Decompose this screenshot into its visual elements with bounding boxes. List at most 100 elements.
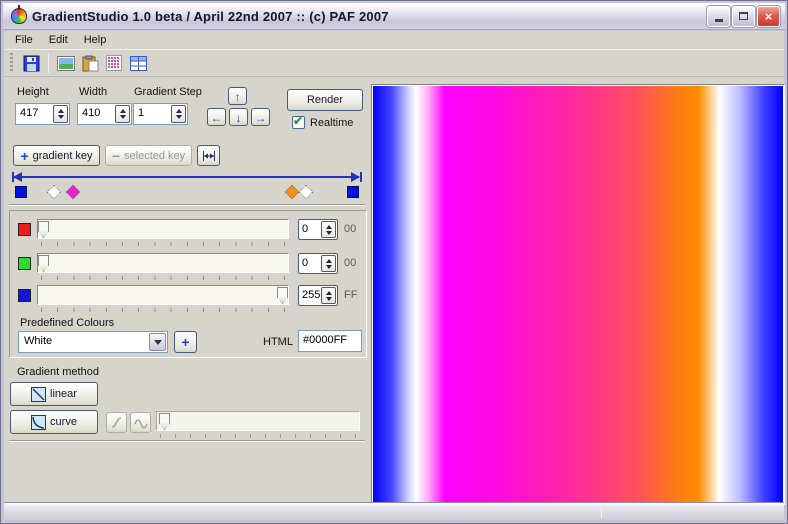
remove-selected-key-button[interactable]: − selected key: [105, 145, 192, 166]
blue-hex-label: FF: [344, 289, 358, 301]
gradient-key-marker-diamond[interactable]: [298, 184, 314, 200]
save-button[interactable]: [19, 52, 43, 74]
pink-grid-icon: [106, 55, 122, 71]
toolbar-separator: [48, 53, 49, 73]
blue-value-input[interactable]: 255: [298, 285, 338, 306]
red-channel-row: 0 00: [10, 219, 366, 249]
maximize-icon: [739, 12, 748, 20]
key-track-right-end: [360, 172, 362, 182]
green-swatch: [18, 257, 31, 270]
save-icon: [23, 55, 39, 71]
title-bar: GradientStudio 1.0 beta / April 22nd 200…: [3, 3, 785, 30]
paste-button[interactable]: [78, 52, 102, 74]
gradient-preview[interactable]: [373, 86, 783, 503]
gradient-key-marker-square[interactable]: [347, 186, 360, 198]
app-window: GradientStudio 1.0 beta / April 22nd 200…: [0, 0, 788, 524]
add-gradient-key-button[interactable]: + gradient key: [13, 145, 100, 166]
red-value-spinner[interactable]: [321, 221, 336, 238]
s-curve-button[interactable]: [106, 412, 127, 433]
height-label: Height: [17, 86, 49, 98]
blue-value-spinner[interactable]: [321, 287, 336, 304]
toolbar-grip[interactable]: [10, 53, 13, 73]
key-track-line[interactable]: [13, 172, 360, 182]
blue-slider[interactable]: [37, 285, 289, 305]
green-value-input[interactable]: 0: [298, 253, 338, 274]
distribute-keys-icon: [202, 150, 215, 161]
green-value-spinner[interactable]: [321, 255, 336, 272]
separator-line: [9, 204, 365, 206]
height-spinner[interactable]: [53, 105, 68, 123]
green-slider[interactable]: [37, 253, 289, 273]
status-right: [602, 503, 784, 520]
colour-panel: 0 00 0 00 255 FF Predefined Colours Whit…: [9, 210, 367, 358]
menu-file[interactable]: File: [7, 32, 41, 48]
blue-slider-ticks: [41, 308, 285, 312]
shift-up-button[interactable]: ↑: [228, 87, 247, 105]
red-slider-ticks: [41, 242, 285, 246]
menu-help[interactable]: Help: [76, 32, 115, 48]
red-value-input[interactable]: 0: [298, 219, 338, 240]
chevron-down-icon: [153, 339, 162, 345]
status-left: [4, 503, 601, 520]
red-slider[interactable]: [37, 219, 289, 239]
table-grid-button[interactable]: [126, 52, 150, 74]
shift-down-button[interactable]: ↓: [229, 108, 248, 126]
gradient-step-spinner[interactable]: [171, 105, 186, 123]
maximize-button[interactable]: [732, 5, 755, 27]
wave-curve-button[interactable]: [130, 412, 151, 433]
gradient-step-input[interactable]: 1: [133, 103, 188, 125]
blue-slider-thumb[interactable]: [277, 287, 288, 304]
gradient-method-label: Gradient method: [17, 366, 99, 378]
distribute-keys-button[interactable]: [197, 145, 220, 166]
html-label: HTML: [263, 336, 293, 348]
window-title: GradientStudio 1.0 beta / April 22nd 200…: [32, 8, 389, 24]
add-colour-button[interactable]: +: [174, 331, 197, 353]
minus-icon: −: [111, 147, 121, 164]
gradient-key-marker-square[interactable]: [14, 186, 27, 198]
gradient-key-marker-diamond[interactable]: [46, 184, 62, 200]
red-slider-thumb[interactable]: [38, 221, 49, 238]
red-hex-label: 00: [344, 223, 357, 235]
shift-right-button[interactable]: →: [251, 108, 270, 126]
close-button[interactable]: ×: [757, 5, 780, 27]
width-label: Width: [79, 86, 108, 98]
curve-method-icon: [31, 414, 47, 430]
gradient-key-markers: [12, 182, 362, 204]
predefined-colours-select[interactable]: White: [18, 331, 168, 353]
render-button[interactable]: Render: [287, 89, 363, 111]
image-button[interactable]: [54, 52, 78, 74]
predefined-colours-label: Predefined Colours: [20, 317, 115, 329]
linear-method-icon: [31, 386, 47, 402]
wave-curve-icon: [133, 419, 148, 429]
palette-grid-button[interactable]: [102, 52, 126, 74]
predefined-colours-value: White: [24, 335, 53, 347]
green-slider-thumb[interactable]: [38, 255, 49, 272]
realtime-label: Realtime: [310, 117, 354, 129]
width-spinner[interactable]: [115, 105, 130, 123]
client-area: Height Width Gradient Step 417 410 1 ↑ ←…: [4, 78, 785, 505]
image-icon: [57, 55, 75, 71]
gradient-key-marker-diamond[interactable]: [66, 184, 81, 200]
toolbar: [4, 49, 784, 77]
realtime-checkbox[interactable]: [292, 114, 305, 129]
combo-dropdown-button[interactable]: [149, 333, 166, 351]
green-channel-row: 0 00: [10, 253, 366, 283]
linear-method-button[interactable]: linear: [10, 382, 98, 406]
menu-bar: File Edit Help: [4, 31, 784, 49]
height-input[interactable]: 417: [15, 103, 70, 125]
gradient-key-marker-diamond[interactable]: [284, 184, 300, 200]
html-colour-input[interactable]: #0000FF: [298, 330, 362, 352]
preview-frame: [371, 84, 785, 505]
paste-icon: [82, 55, 98, 71]
app-body: File Edit Help Height Width Gradient Ste…: [4, 31, 785, 520]
minimize-icon: [714, 19, 723, 22]
shift-left-button[interactable]: ←: [207, 108, 226, 126]
curve-amount-thumb[interactable]: [159, 413, 170, 430]
curve-slider-ticks: [160, 434, 356, 438]
curve-amount-slider[interactable]: [156, 411, 360, 431]
minimize-button[interactable]: [707, 5, 730, 27]
width-input[interactable]: 410: [77, 103, 132, 125]
menu-edit[interactable]: Edit: [41, 32, 76, 48]
curve-method-button[interactable]: curve: [10, 410, 98, 434]
green-hex-label: 00: [344, 257, 357, 269]
